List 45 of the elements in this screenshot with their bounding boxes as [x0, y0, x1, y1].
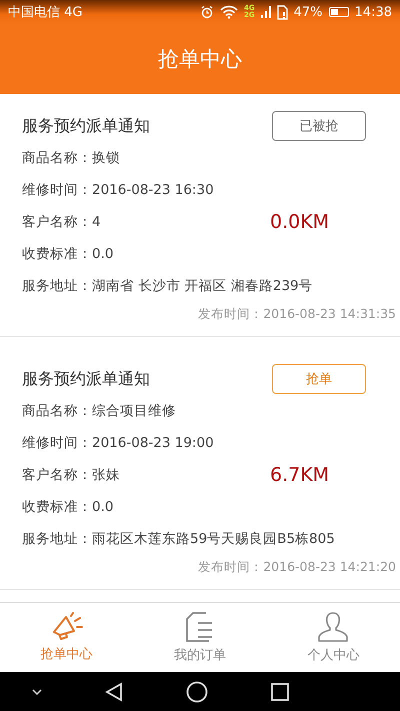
distance-text: 0.0KM: [270, 211, 330, 233]
order-title: 服务预约派单通知: [22, 116, 150, 136]
sim-card-icon: [276, 4, 288, 20]
field-value: 张妹: [92, 466, 120, 484]
grab-order-button[interactable]: 抢单: [272, 364, 366, 394]
field-value: 2016-08-23 16:30: [92, 182, 214, 198]
clock-time: 14:38: [354, 4, 392, 20]
distance-text: 6.7KM: [270, 464, 330, 486]
field-value: 2016-08-23 19:00: [92, 435, 214, 451]
field-label: 维修时间：: [22, 181, 92, 199]
home-icon[interactable]: [186, 680, 208, 702]
nav-tab[interactable]: 我的订单: [133, 603, 267, 672]
publish-time: 发布时间：2016-08-23 14:31:35: [198, 306, 396, 322]
field-label: 收费标准：: [22, 245, 92, 263]
field-label: 客户名称：: [22, 213, 92, 231]
field-label: 服务地址：: [22, 277, 92, 295]
nav-tab[interactable]: 抢单中心: [0, 603, 134, 672]
field-value: 换锁: [92, 149, 120, 167]
grabbed-button[interactable]: 已被抢: [272, 111, 366, 141]
back-icon[interactable]: [104, 682, 122, 702]
battery-percent: 47%: [294, 4, 323, 20]
signal-icon: [260, 5, 271, 19]
field-value: 0.0: [92, 246, 114, 262]
field-label: 收费标准：: [22, 498, 92, 516]
field-value: 4: [92, 214, 101, 230]
field-label: 商品名称：: [22, 149, 92, 167]
wifi-icon: [220, 5, 238, 19]
nav-tab[interactable]: 个人中心: [266, 603, 400, 672]
page-title: 抢单中心: [158, 46, 242, 73]
field-label: 客户名称：: [22, 466, 92, 484]
order-title: 服务预约派单通知: [22, 368, 150, 390]
field-value: 综合项目维修: [92, 402, 176, 420]
chevron-down-icon[interactable]: [32, 688, 42, 694]
field-value: 0.0: [92, 499, 114, 515]
field-value: 雨花区木莲东路59号天赐良园B5栋805: [92, 530, 335, 548]
field-label: 服务地址：: [22, 530, 92, 548]
recents-icon[interactable]: [270, 682, 288, 700]
carrier-text: 中国电信 4G: [8, 4, 82, 21]
battery-icon: [328, 7, 349, 17]
field-label: 维修时间：: [22, 434, 92, 452]
person-icon: [316, 611, 350, 643]
field-value: 湖南省 长沙市 开福区 湘春路239号: [92, 277, 313, 295]
alarm-icon: [200, 5, 214, 19]
publish-time: 发布时间：2016-08-23 14:21:20: [198, 558, 396, 576]
field-label: 商品名称：: [22, 402, 92, 420]
